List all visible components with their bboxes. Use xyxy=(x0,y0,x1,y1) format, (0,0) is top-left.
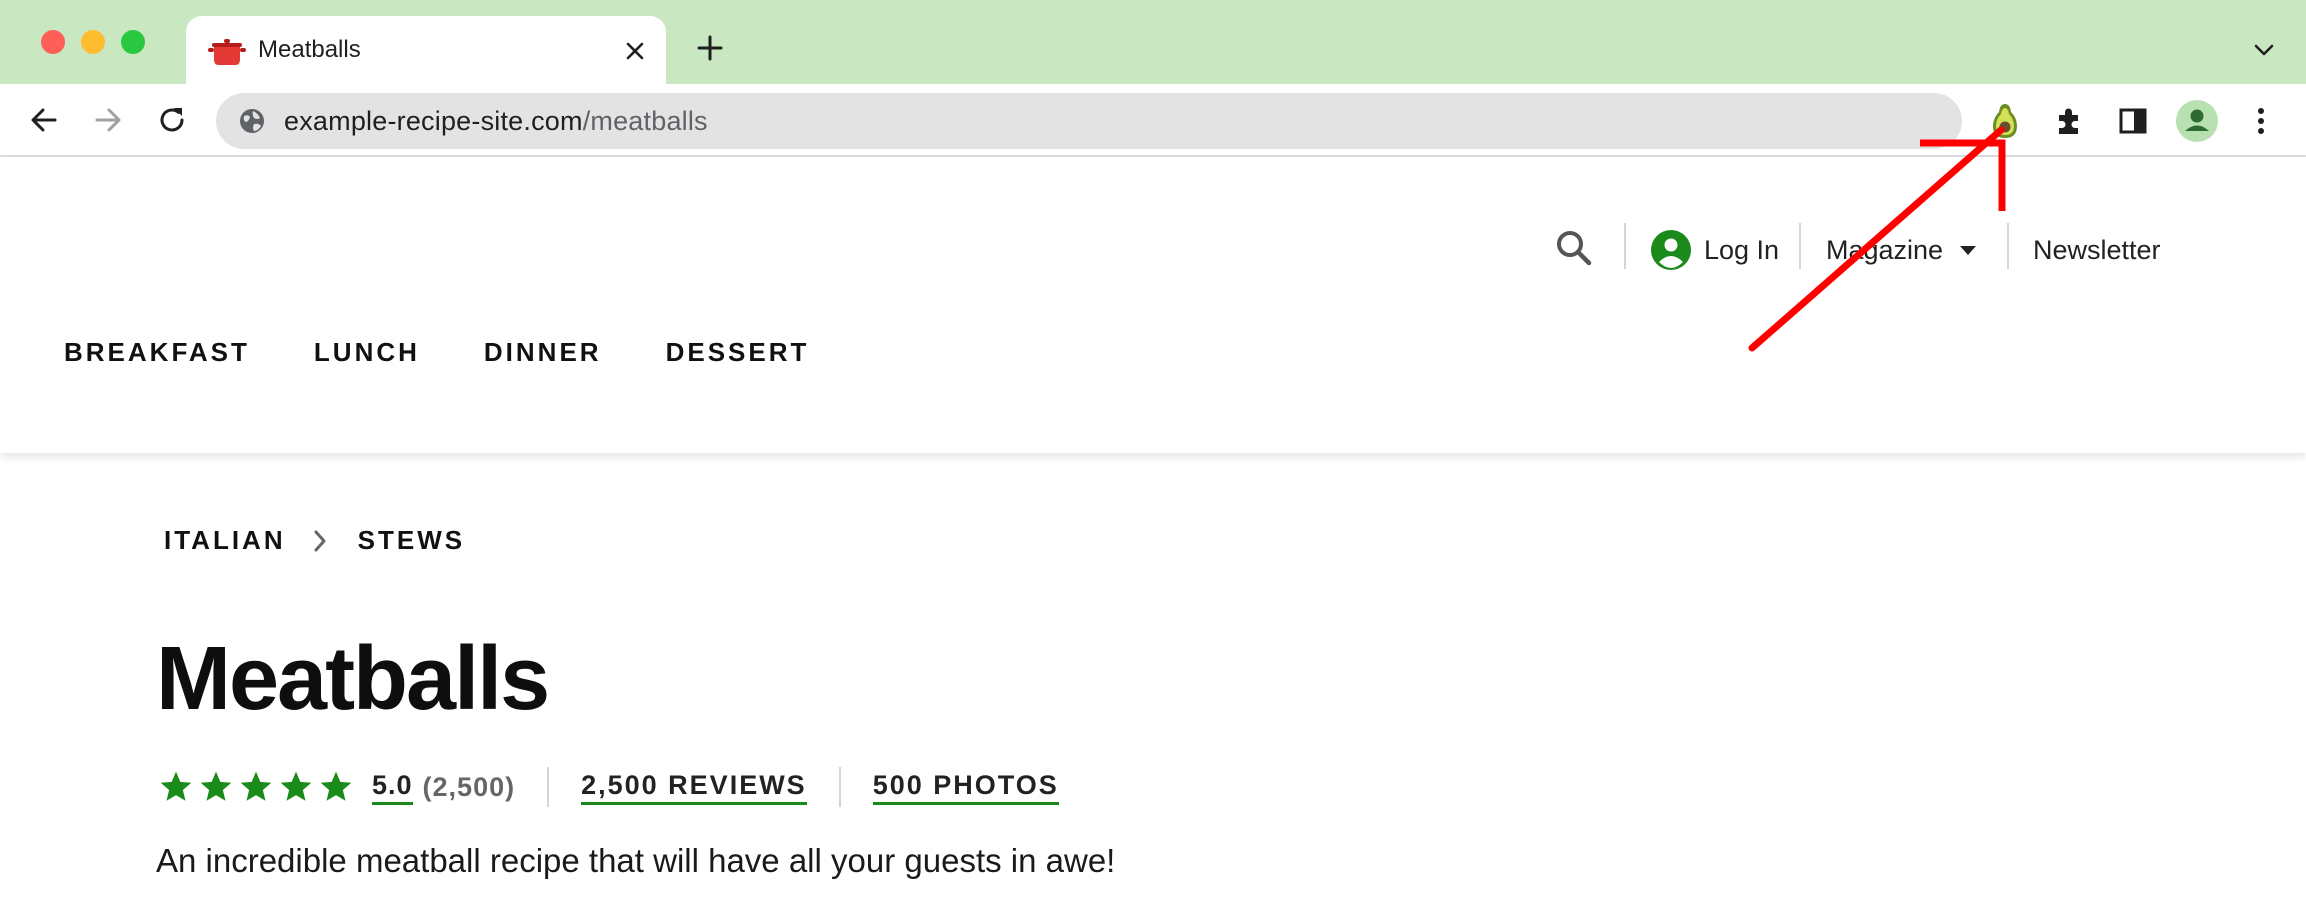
side-panel-icon[interactable] xyxy=(2112,100,2154,142)
header-divider xyxy=(1624,223,1626,269)
breadcrumb-italian[interactable]: ITALIAN xyxy=(164,525,286,556)
breadcrumb-stews[interactable]: STEWS xyxy=(358,525,465,556)
url-host: example-recipe-site.com xyxy=(284,106,583,136)
nav-breakfast[interactable]: BREAKFAST xyxy=(64,337,250,368)
newsletter-link[interactable]: Newsletter xyxy=(2033,225,2161,275)
photos-link[interactable]: 500 PHOTOS xyxy=(872,770,1059,805)
site-info-globe-icon[interactable] xyxy=(238,107,266,135)
browser-toolbar: example-recipe-site.com/meatballs xyxy=(0,84,2306,157)
window-close-button[interactable] xyxy=(41,30,65,54)
star-icon xyxy=(158,769,194,805)
more-menu-icon[interactable] xyxy=(2240,100,2282,142)
star-icon xyxy=(198,769,234,805)
star-icon xyxy=(318,769,354,805)
browser-tab-active[interactable]: Meatballs xyxy=(186,16,666,86)
star-icon xyxy=(238,769,274,805)
search-icon xyxy=(1554,228,1594,273)
reload-icon[interactable] xyxy=(152,100,192,140)
url-text: example-recipe-site.com/meatballs xyxy=(284,106,708,137)
user-account-icon xyxy=(1650,229,1692,271)
site-header: Log In Magazine Newsletter BREAKFAST LUN… xyxy=(0,157,2306,453)
star-icon xyxy=(278,769,314,805)
avocado-extension-icon[interactable] xyxy=(1984,100,2026,142)
header-divider xyxy=(2007,223,2009,269)
rating-value-link[interactable]: 5.0 xyxy=(372,770,413,805)
meta-divider xyxy=(547,767,550,807)
window-zoom-button[interactable] xyxy=(121,30,145,54)
header-divider xyxy=(1799,223,1801,269)
reviews-link[interactable]: 2,500 REVIEWS xyxy=(581,770,807,805)
chevron-right-icon xyxy=(312,529,332,553)
search-button[interactable] xyxy=(1554,225,1594,275)
forward-arrow-icon[interactable] xyxy=(88,100,128,140)
url-path: /meatballs xyxy=(582,106,708,136)
page-title: Meatballs xyxy=(156,629,550,729)
window-minimize-button[interactable] xyxy=(81,30,105,54)
breadcrumb: ITALIAN STEWS xyxy=(164,525,465,556)
tab-close-icon[interactable] xyxy=(620,36,650,66)
login-label: Log In xyxy=(1704,234,1780,265)
browser-tab-strip: Meatballs xyxy=(0,0,2306,86)
meta-divider xyxy=(838,767,841,807)
nav-lunch[interactable]: LUNCH xyxy=(314,337,420,368)
recipe-meta: 5.0 (2,500) 2,500 REVIEWS 500 PHOTOS xyxy=(158,762,1059,812)
recipe-description: An incredible meatball recipe that will … xyxy=(156,842,1116,879)
newsletter-label: Newsletter xyxy=(2033,234,2161,265)
caret-down-icon xyxy=(1959,244,1977,256)
address-bar[interactable]: example-recipe-site.com/meatballs xyxy=(216,93,1962,149)
magazine-dropdown[interactable]: Magazine xyxy=(1826,225,1977,275)
login-link[interactable]: Log In xyxy=(1650,225,1779,275)
extensions-puzzle-icon[interactable] xyxy=(2048,100,2090,142)
star-rating xyxy=(158,769,354,805)
profile-avatar-icon[interactable] xyxy=(2176,100,2218,142)
nav-dessert[interactable]: DESSERT xyxy=(666,337,810,368)
magazine-label: Magazine xyxy=(1826,234,1944,265)
tab-title: Meatballs xyxy=(258,36,361,63)
new-tab-plus-icon[interactable] xyxy=(692,30,728,66)
nav-dinner[interactable]: DINNER xyxy=(484,337,602,368)
cooking-pot-icon xyxy=(208,34,246,68)
rating-count: (2,500) xyxy=(422,771,516,802)
category-nav: BREAKFAST LUNCH DINNER DESSERT xyxy=(64,337,809,368)
back-arrow-icon[interactable] xyxy=(24,100,64,140)
tab-search-chevron-icon[interactable] xyxy=(2250,36,2278,64)
